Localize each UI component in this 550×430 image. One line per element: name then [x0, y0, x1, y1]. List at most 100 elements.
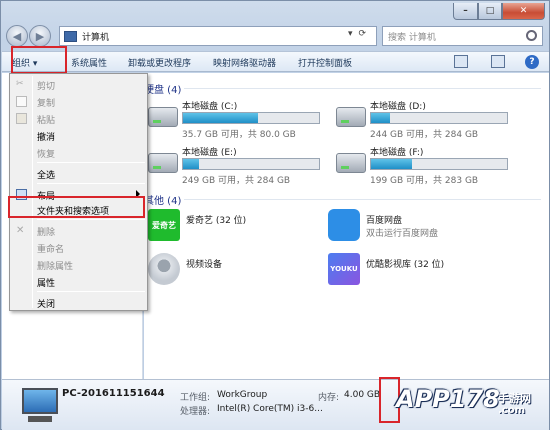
command-toolbar: 组织 ▾ 系统属性 卸载或更改程序 映射网络驱动器 打开控制面板 ? — [2, 51, 549, 72]
forward-arrow-icon: ▶ — [35, 29, 45, 43]
watermark-brand: APP178 — [396, 385, 500, 413]
cloud-icon — [328, 209, 360, 241]
drive-name: 本地磁盘 (D:) — [370, 102, 426, 112]
forward-button[interactable]: ▶ — [29, 25, 51, 47]
paste-icon — [16, 113, 27, 124]
drive-usage-bar — [370, 112, 508, 124]
drive-usage-bar — [370, 158, 508, 170]
app-description: 双击运行百度网盘 — [366, 229, 439, 239]
app-label: 优酷影视库 (32 位) — [366, 260, 445, 270]
close-button[interactable]: ✕ — [502, 3, 545, 20]
search-input[interactable]: 搜索 计算机 — [382, 26, 543, 46]
watermark-tag: 手游网 — [498, 392, 531, 405]
drive-capacity: 35.7 GB 可用，共 80.0 GB — [182, 130, 296, 140]
navigation-buttons: ◀ ▶ — [6, 25, 52, 47]
youku-item[interactable]: YOUKU 优酷影视库 (32 位) — [328, 253, 518, 287]
scissors-icon: ✂ — [16, 79, 24, 89]
uninstall-program-button[interactable]: 卸载或更改程序 — [128, 56, 191, 69]
baidu-netdisk-item[interactable]: 百度网盘 双击运行百度网盘 — [328, 209, 518, 243]
watermark-domain: .com — [498, 405, 526, 416]
youku-icon: YOUKU — [328, 253, 360, 285]
computer-stand — [28, 416, 52, 422]
back-button[interactable]: ◀ — [6, 25, 28, 47]
workgroup-value: WorkGroup — [217, 390, 268, 400]
other-header[interactable]: 其他 (4) — [144, 192, 181, 207]
processor-value: Intel(R) Core(TM) i3-6... — [217, 404, 323, 414]
menu-label: 属性 — [37, 279, 56, 289]
processor-label: 处理器: — [180, 407, 211, 417]
explorer-window: – □ ✕ ◀ ▶ 计算机 ▾⟳ 搜索 计算机 组织 ▾ 系统属性 卸载或更改程… — [0, 0, 550, 430]
breadcrumb-computer[interactable]: 计算机 — [82, 30, 109, 43]
drive-usage-fill — [183, 159, 200, 169]
menu-label: 撤消 — [37, 133, 56, 143]
menu-item-select-all[interactable]: 全选 — [12, 165, 146, 182]
drive-usage-bar — [182, 112, 320, 124]
drive-capacity: 199 GB 可用，共 283 GB — [370, 176, 479, 186]
organize-highlight — [11, 46, 67, 74]
memory-label: 内存: — [318, 393, 340, 403]
webcam-icon — [148, 253, 180, 285]
iqiyi-icon: 爱奇艺 — [148, 209, 180, 241]
maximize-button[interactable]: □ — [478, 3, 502, 20]
video-device-item[interactable]: 视频设备 — [148, 253, 338, 287]
drive-name: 本地磁盘 (E:) — [182, 148, 237, 158]
drive-usage-fill — [183, 113, 258, 123]
window-controls: – □ ✕ — [453, 3, 545, 20]
drive-name: 本地磁盘 (C:) — [182, 102, 238, 112]
menu-item-delete[interactable]: ✕ 删除 — [12, 222, 146, 239]
delete-icon: ✕ — [16, 225, 25, 236]
menu-separator — [37, 291, 145, 292]
copy-icon — [16, 96, 27, 107]
drive-c[interactable]: 本地磁盘 (C:) 35.7 GB 可用，共 80.0 GB — [148, 99, 328, 140]
app-label: 视频设备 — [186, 260, 223, 270]
menu-item-paste[interactable]: 粘贴 — [12, 110, 146, 127]
menu-item-copy[interactable]: 复制 — [12, 93, 146, 110]
menu-item-cut[interactable]: ✂ 剪切 — [12, 76, 146, 93]
address-bar[interactable]: 计算机 ▾⟳ — [59, 26, 377, 46]
menu-item-remove-properties[interactable]: 删除属性 — [12, 256, 146, 273]
drive-capacity: 244 GB 可用，共 284 GB — [370, 130, 479, 140]
search-icon — [526, 30, 537, 41]
drive-d[interactable]: 本地磁盘 (D:) 244 GB 可用，共 284 GB — [336, 99, 516, 140]
drive-capacity: 249 GB 可用，共 284 GB — [182, 176, 291, 186]
app-label: 爱奇艺 (32 位) — [186, 216, 247, 226]
help-icon[interactable]: ? — [525, 55, 539, 69]
drive-usage-fill — [371, 159, 412, 169]
content-pane: 硬盘 (4) 本地磁盘 (C:) 35.7 GB 可用，共 80.0 GB 本地… — [144, 73, 549, 379]
refresh-icon[interactable]: ▾⟳ — [348, 29, 372, 39]
menu-label: 复制 — [37, 99, 56, 109]
menu-item-rename[interactable]: 重命名 — [12, 239, 146, 256]
menu-separator — [37, 183, 145, 184]
divider — [184, 199, 541, 200]
computer-icon — [22, 388, 58, 414]
menu-label: 粘贴 — [37, 116, 56, 126]
view-options-icon[interactable] — [454, 55, 468, 68]
drive-f[interactable]: 本地磁盘 (F:) 199 GB 可用，共 283 GB — [336, 145, 516, 186]
computer-name: PC-201611151644 — [62, 388, 165, 399]
menu-item-redo[interactable]: 恢复 — [12, 144, 146, 161]
map-network-drive-button[interactable]: 映射网络驱动器 — [213, 56, 276, 69]
system-properties-button[interactable]: 系统属性 — [71, 56, 107, 69]
search-placeholder: 搜索 计算机 — [388, 32, 436, 43]
open-control-panel-button[interactable]: 打开控制面板 — [298, 56, 352, 69]
drive-e[interactable]: 本地磁盘 (E:) 249 GB 可用，共 284 GB — [148, 145, 328, 186]
minimize-button[interactable]: – — [453, 3, 478, 20]
iqiyi-item[interactable]: 爱奇艺 爱奇艺 (32 位) — [148, 209, 338, 243]
folder-options-highlight — [8, 196, 145, 218]
hard-drive-icon — [148, 107, 178, 127]
menu-item-properties[interactable]: 属性 — [12, 273, 146, 290]
menu-label: 恢复 — [37, 150, 56, 160]
menu-item-undo[interactable]: 撤消 — [12, 127, 146, 144]
menu-label: 关闭 — [37, 300, 56, 310]
organize-menu: ✂ 剪切 复制 粘贴 撤消 恢复 全选 布局 文件夹和搜索选项 ✕ 删除 重命名… — [9, 73, 148, 311]
drive-name: 本地磁盘 (F:) — [370, 148, 424, 158]
menu-label: 删除 — [37, 228, 56, 238]
hard-disks-header[interactable]: 硬盘 (4) — [144, 81, 181, 96]
preview-pane-icon[interactable] — [491, 55, 505, 68]
workgroup-label: 工作组: — [180, 393, 211, 403]
menu-item-close[interactable]: 关闭 — [12, 294, 146, 311]
back-arrow-icon: ◀ — [12, 29, 22, 43]
menu-label: 重命名 — [37, 245, 65, 255]
computer-icon — [64, 30, 77, 42]
hard-drive-icon — [336, 107, 366, 127]
